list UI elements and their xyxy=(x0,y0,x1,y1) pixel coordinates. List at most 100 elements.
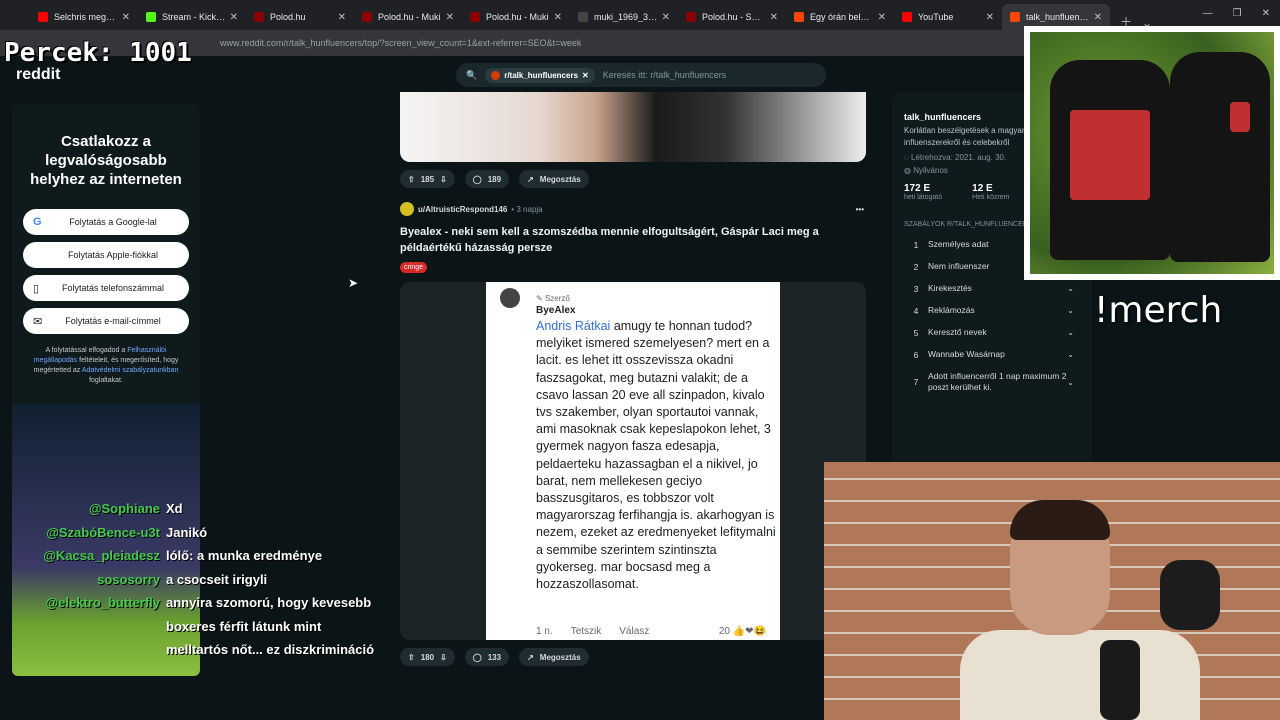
post-author[interactable]: u/AltruisticRespond146 xyxy=(418,205,507,214)
more-options-icon[interactable]: ••• xyxy=(856,205,864,214)
restore-icon[interactable]: ❐ xyxy=(1233,8,1242,19)
chat-message: @Sophiane Xd xyxy=(30,497,374,521)
chip-close-icon[interactable]: ✕ xyxy=(582,71,589,80)
downvote-icon[interactable]: ⇩ xyxy=(440,653,447,662)
browser-tab[interactable]: Selchris megvalósít✕ xyxy=(30,4,138,30)
comment-icon: ◯ xyxy=(472,174,482,184)
tab-close-icon[interactable]: ✕ xyxy=(554,12,562,23)
streamer-hair xyxy=(1010,500,1110,540)
share-icon: ↗ xyxy=(527,652,534,662)
upvote-icon[interactable]: ⇧ xyxy=(408,175,415,184)
share-button[interactable]: ↗ Megosztás xyxy=(519,170,589,188)
vote-control[interactable]: ⇧ 185 ⇩ xyxy=(400,170,455,188)
tab-close-icon[interactable]: ✕ xyxy=(446,12,454,23)
microphone xyxy=(1100,640,1140,720)
chat-message: sososorry a csocseit irigyli xyxy=(30,568,374,592)
rule-item[interactable]: 5 Keresztő nevek ⌄ xyxy=(904,327,1080,338)
comments-button[interactable]: ◯ 133 xyxy=(464,648,510,666)
chat-text: boxeres férfit látunk mint xyxy=(166,618,322,634)
tab-close-icon[interactable]: ✕ xyxy=(122,12,130,23)
reaction-icons: 👍❤😆 xyxy=(732,626,766,637)
browser-tab[interactable]: muki_1969_3476_9502_✕ xyxy=(570,4,678,30)
downvote-icon[interactable]: ⇩ xyxy=(440,175,447,184)
post-feed: ⇧ 185 ⇩ ◯ 189 ↗ Megosztás u/AltruisticRespon… xyxy=(390,92,876,688)
tab-close-icon[interactable]: ✕ xyxy=(770,12,778,23)
comments-button[interactable]: ◯ 189 xyxy=(464,170,510,188)
rule-item[interactable]: 3 Kirekesztés ⌄ xyxy=(904,283,1080,294)
tab-close-icon[interactable]: ✕ xyxy=(1094,12,1102,23)
search-icon: 🔍 xyxy=(466,69,478,80)
cake-icon: ◌ xyxy=(904,153,909,162)
chat-username: @Kacsa_pleiadesz xyxy=(43,548,160,563)
chat-text: a csocseit irigyli xyxy=(166,571,268,587)
post-media[interactable]: ✎ Szerző ByeAlex Andris Rátkai amugy te … xyxy=(400,282,866,640)
chat-username xyxy=(30,615,160,639)
browser-tab[interactable]: Polod.hu - Muki ✕ xyxy=(354,4,462,30)
browser-tab[interactable]: Polod.hu ✕ xyxy=(246,4,354,30)
chat-username: sososorry xyxy=(97,571,160,587)
browser-tab[interactable]: Egy órán belül két D✕ xyxy=(786,4,894,30)
rule-item[interactable]: 4 Reklámozás ⌄ xyxy=(904,305,1080,316)
upvote-icon[interactable]: ⇧ xyxy=(408,653,415,662)
comment-author: ByeAlex xyxy=(536,305,576,316)
tab-favicon-icon xyxy=(902,12,912,22)
rule-label: Adott influencerről 1 nap maximum 2 posz… xyxy=(928,371,1067,392)
google-login-button[interactable]: G Folytatás a Google-lal xyxy=(23,209,189,235)
tab-close-icon[interactable]: ✕ xyxy=(338,12,346,23)
subreddit-chip[interactable]: r/talk_hunfluencers ✕ xyxy=(485,67,595,83)
reddit-logo[interactable]: reddit xyxy=(16,66,60,84)
vote-count: 185 xyxy=(420,174,435,184)
chat-message: melltartós nőt... ez diszkrimináció xyxy=(30,638,374,662)
comment-body: Andris Rátkai amugy te honnan tudod? mel… xyxy=(536,319,776,592)
tab-close-icon[interactable]: ✕ xyxy=(986,12,994,23)
avatar[interactable] xyxy=(400,202,414,216)
rule-label: Reklámozás xyxy=(928,305,975,315)
close-window-icon[interactable]: ✕ xyxy=(1262,8,1270,19)
url-text[interactable]: www.reddit.com/r/talk_hunfluencers/top/?… xyxy=(220,38,581,48)
apple-login-button[interactable]: Folytatás Apple-fiókkal xyxy=(23,242,189,268)
post-meta: u/AltruisticRespond146 • 3 napja ••• xyxy=(400,202,876,216)
rule-item[interactable]: 6 Wannabe Wasárnap ⌄ xyxy=(904,349,1080,360)
chevron-down-icon: ⌄ xyxy=(1067,350,1074,359)
google-icon: G xyxy=(33,216,42,228)
email-login-button[interactable]: ✉ Folytatás e-mail-címmel xyxy=(23,308,189,334)
chat-text: annyira szomorú, hogy kevesebb xyxy=(166,595,372,610)
chat-username: @Sophiane xyxy=(88,501,160,516)
browser-tab[interactable]: Polod.hu - Muki ✕ xyxy=(462,4,570,30)
browser-tab[interactable]: YouTube ✕ xyxy=(894,4,1002,30)
vote-control[interactable]: ⇧ 180 ⇩ xyxy=(400,648,455,666)
chat-text: Janikó xyxy=(166,524,208,540)
search-input[interactable]: Keresés itt: r/talk_hunfluencers xyxy=(603,70,727,80)
rule-item[interactable]: 7 Adott influencerről 1 nap maximum 2 pos… xyxy=(904,371,1080,393)
chat-message: @Kacsa_pleiadesz lólő: a munka eredménye xyxy=(30,544,374,568)
join-title: Csatlakozz a legvalóságosabb helyhez az … xyxy=(30,133,182,188)
minimize-icon[interactable]: — xyxy=(1203,8,1213,19)
tab-favicon-icon xyxy=(146,12,156,22)
chat-username xyxy=(30,638,160,662)
tab-close-icon[interactable]: ✕ xyxy=(878,12,886,23)
tab-favicon-icon xyxy=(254,12,264,22)
post-flair[interactable]: cringe xyxy=(400,262,428,273)
tab-favicon-icon xyxy=(794,12,804,22)
tab-close-icon[interactable]: ✕ xyxy=(230,12,238,23)
subreddit-chip-label: r/talk_hunfluencers xyxy=(504,70,579,80)
rule-label: Keresztő nevek xyxy=(928,327,987,337)
post-actions: ⇧ 180 ⇩ ◯ 133 ↗ Megosztás xyxy=(400,648,876,666)
rule-label: Kirekesztés xyxy=(928,283,972,293)
privacy-policy-link[interactable]: Adatvédelmi szabályzatunkban xyxy=(82,367,179,374)
browser-tab[interactable]: Polod.hu - SELCHRI✕ xyxy=(678,4,786,30)
share-button[interactable]: ↗ Megosztás xyxy=(519,648,589,666)
chevron-down-icon: ⌄ xyxy=(1067,328,1074,337)
chat-text: Xd xyxy=(166,501,183,516)
search-bar[interactable]: 🔍 r/talk_hunfluencers ✕ Keresés itt: r/t… xyxy=(456,63,826,87)
email-icon: ✉ xyxy=(33,315,43,328)
tab-close-icon[interactable]: ✕ xyxy=(662,12,670,23)
post-title[interactable]: Byealex - neki sem kell a szomszédba men… xyxy=(400,224,866,256)
phone-login-button[interactable]: ▯ Folytatás telefonszámmal xyxy=(23,275,189,301)
tab-favicon-icon xyxy=(578,12,588,22)
subreddit-icon xyxy=(491,70,501,80)
previous-post-image[interactable] xyxy=(400,92,866,162)
browser-tab[interactable]: Stream - Kick Dashl✕ xyxy=(138,4,246,30)
merch-command: !merch xyxy=(1094,290,1223,331)
avatar xyxy=(500,288,520,308)
